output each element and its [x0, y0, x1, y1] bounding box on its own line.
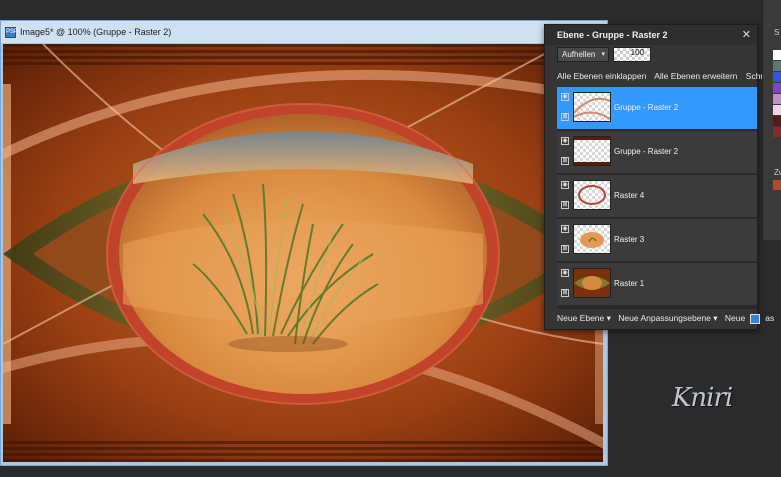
layers-panel[interactable]: Ebene - Gruppe - Raster 2 ✕ Aufhellen ▾ …	[544, 24, 774, 330]
layer-name: Raster 1	[614, 279, 645, 288]
new-adjustment-layer-button[interactable]: Neue Anpassungsebene ▾	[618, 313, 717, 323]
color-swatch[interactable]	[773, 83, 781, 93]
layer-row[interactable]: ◉ ⊠ Gruppe - Raster 2	[557, 131, 757, 174]
canvas-artwork	[3, 44, 603, 462]
layer-thumbnail	[573, 268, 611, 298]
blend-row: Aufhellen ▾ 100	[557, 45, 651, 63]
color-swatch[interactable]	[773, 127, 781, 137]
layer-name: Gruppe - Raster 2	[614, 103, 679, 112]
layer-actions: Alle Ebenen einklappen Alle Ebenen erwei…	[557, 71, 778, 81]
visibility-icon[interactable]: ◉	[561, 137, 569, 145]
layer-list[interactable]: ◉ ⊠ Gruppe - Raster 2 ◉ ⊠ Gruppe - Raste…	[557, 87, 757, 309]
lock-icon[interactable]: ⊠	[561, 201, 569, 209]
opacity-field[interactable]: 100	[613, 46, 651, 62]
opacity-value: 100	[630, 47, 644, 57]
visibility-icon[interactable]: ◉	[561, 225, 569, 233]
image-window-title: Image5* @ 100% (Gruppe - Raster 2)	[20, 27, 172, 37]
layer-thumbnail	[573, 136, 611, 166]
signature-watermark: Kniri	[672, 383, 733, 413]
color-swatch[interactable]	[773, 94, 781, 104]
panel-label-s: S	[774, 28, 780, 37]
collapse-all-button[interactable]: Alle Ebenen einklappen	[557, 71, 646, 81]
color-swatch[interactable]	[773, 180, 781, 190]
blend-mode-value: Aufhellen	[562, 49, 596, 59]
layer-row[interactable]: ◉ ⊠ Raster 4	[557, 175, 757, 218]
layer-thumbnail	[573, 180, 611, 210]
layer-thumbnail	[573, 224, 611, 254]
layer-row[interactable]: ◉ ⊠ Raster 1	[557, 263, 757, 306]
panel-label-zu: Zu	[774, 168, 781, 177]
image-window-titlebar[interactable]: PSP Image5* @ 100% (Gruppe - Raster 2) ▬…	[1, 21, 607, 43]
color-swatch[interactable]	[773, 72, 781, 82]
checkbox-icon[interactable]	[750, 313, 761, 324]
layer-row[interactable]: ◉ ⊠ Raster 3	[557, 219, 757, 262]
layer-row[interactable]: ◉ ⊠ Gruppe - Raster 2	[557, 87, 757, 130]
color-swatch[interactable]	[773, 105, 781, 115]
color-swatch[interactable]	[773, 116, 781, 126]
new-partial-button[interactable]: Neue	[725, 313, 745, 323]
as-partial-label: as	[765, 313, 775, 323]
lock-icon[interactable]: ⊠	[561, 245, 569, 253]
visibility-icon[interactable]: ◉	[561, 269, 569, 277]
close-icon[interactable]: ✕	[742, 28, 751, 41]
app-icon: PSP	[5, 26, 18, 38]
color-swatch[interactable]	[773, 50, 781, 60]
visibility-icon[interactable]: ◉	[561, 181, 569, 189]
blend-mode-select[interactable]: Aufhellen ▾	[557, 46, 609, 62]
image-canvas[interactable]	[3, 44, 603, 462]
layer-name: Raster 3	[614, 235, 645, 244]
new-layer-button[interactable]: Neue Ebene ▾	[557, 313, 611, 323]
layer-name: Gruppe - Raster 2	[614, 147, 679, 156]
layer-panel-footer: Neue Ebene ▾ Neue Anpassungsebene ▾ Neue…	[557, 313, 779, 324]
layers-panel-title: Ebene - Gruppe - Raster 2	[545, 25, 757, 45]
lock-icon[interactable]: ⊠	[561, 113, 569, 121]
lock-icon[interactable]: ⊠	[561, 289, 569, 297]
layer-thumbnail	[573, 92, 611, 122]
layer-name: Raster 4	[614, 191, 645, 200]
color-swatch[interactable]	[773, 61, 781, 71]
image-window[interactable]: PSP Image5* @ 100% (Gruppe - Raster 2) ▬…	[0, 20, 608, 466]
visibility-icon[interactable]: ◉	[561, 93, 569, 101]
lock-icon[interactable]: ⊠	[561, 157, 569, 165]
expand-all-button[interactable]: Alle Ebenen erweitern	[654, 71, 737, 81]
materials-panel-partial[interactable]: S Zu	[762, 0, 781, 240]
chevron-down-icon: ▾	[601, 50, 605, 58]
